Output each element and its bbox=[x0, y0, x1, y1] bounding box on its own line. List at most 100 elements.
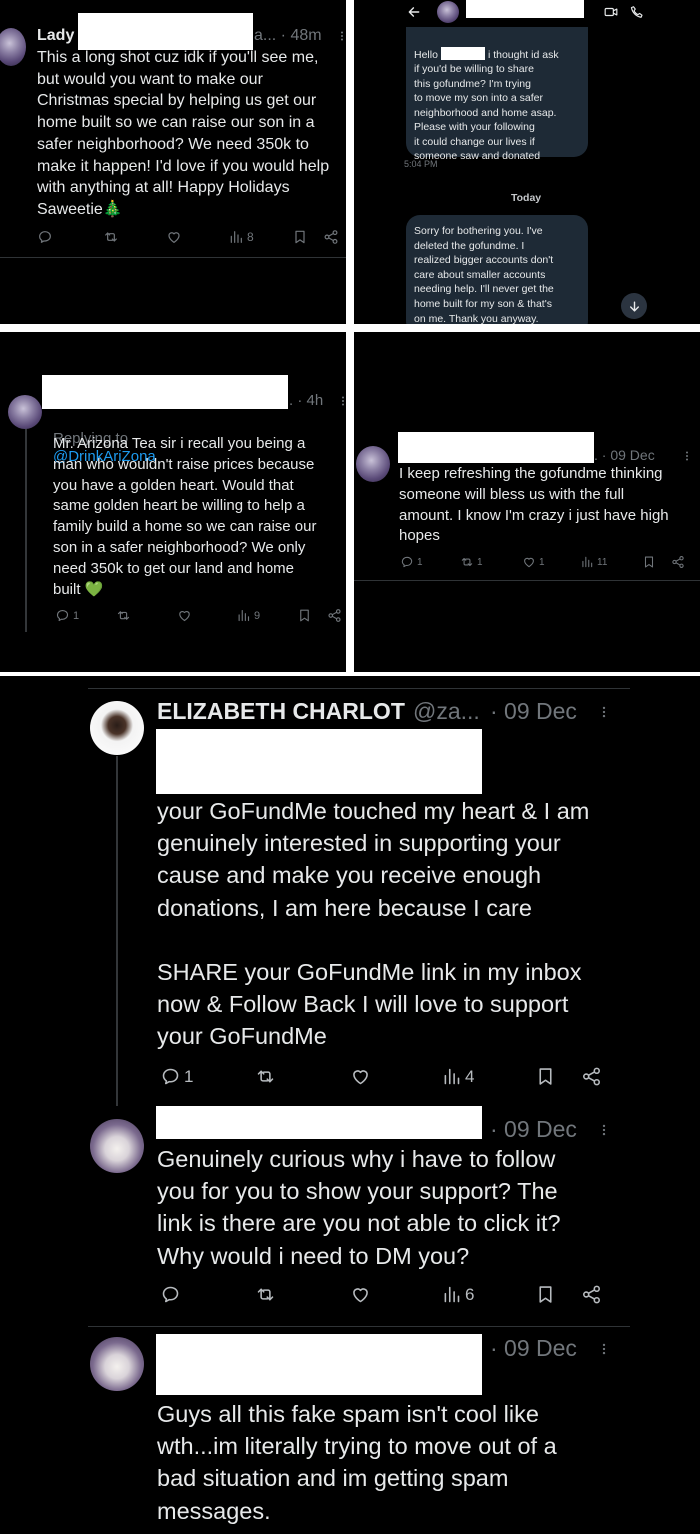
views-button[interactable]: 8 bbox=[228, 229, 254, 245]
retweet-button[interactable] bbox=[116, 608, 131, 623]
bookmark-button[interactable] bbox=[642, 555, 656, 569]
bookmark-button[interactable] bbox=[292, 229, 308, 245]
share-button[interactable] bbox=[581, 1066, 602, 1087]
author-handle[interactable]: @za... bbox=[413, 697, 480, 725]
tweet-body: Genuinely curious why i have to follow y… bbox=[157, 1146, 561, 1269]
message-greeting: Hello bbox=[414, 48, 438, 61]
message-bubble-2: Sorry for bothering you. I've deleted th… bbox=[406, 215, 588, 324]
video-call-icon[interactable] bbox=[604, 5, 618, 19]
retweet-button[interactable] bbox=[255, 1284, 276, 1305]
message-time: 5:04 PM bbox=[404, 159, 438, 169]
more-icon[interactable] bbox=[597, 703, 611, 721]
author-name[interactable]: ELIZABETH CHARLOT bbox=[157, 697, 405, 725]
share-button[interactable] bbox=[327, 608, 342, 623]
views-button[interactable]: 9 bbox=[236, 608, 260, 623]
avatar[interactable] bbox=[90, 1337, 144, 1391]
views-icon bbox=[441, 1066, 462, 1087]
retweet-button[interactable] bbox=[103, 229, 119, 245]
reply-icon bbox=[160, 1066, 181, 1087]
retweet-icon bbox=[103, 229, 119, 245]
reply-count: 1 bbox=[184, 1066, 194, 1086]
retweet-icon bbox=[255, 1284, 276, 1305]
avatar[interactable] bbox=[356, 446, 390, 482]
reply-button[interactable]: 1 bbox=[160, 1066, 193, 1087]
retweet-button[interactable] bbox=[255, 1066, 276, 1087]
reply-count: 1 bbox=[417, 556, 423, 568]
share-button[interactable] bbox=[323, 229, 339, 245]
bookmark-button[interactable] bbox=[297, 608, 312, 623]
reply-button[interactable] bbox=[37, 229, 53, 245]
views-button[interactable]: 4 bbox=[441, 1066, 474, 1087]
more-icon[interactable] bbox=[337, 394, 346, 408]
reply-icon bbox=[400, 555, 414, 569]
message-text-rest: if you'd be willing to share this gofund… bbox=[414, 63, 557, 162]
back-arrow-icon[interactable] bbox=[407, 5, 421, 19]
more-icon[interactable] bbox=[336, 29, 346, 43]
views-button[interactable]: 11 bbox=[580, 555, 607, 569]
tweet-body: Guys all this fake spam isn't cool like … bbox=[157, 1401, 557, 1524]
bookmark-icon bbox=[292, 229, 308, 245]
tweet-time: · 09 Dec bbox=[490, 698, 577, 724]
like-icon bbox=[177, 608, 192, 623]
views-count: 4 bbox=[465, 1066, 475, 1086]
reply-button[interactable] bbox=[160, 1284, 181, 1305]
reply-icon bbox=[160, 1284, 181, 1305]
bookmark-icon bbox=[535, 1284, 556, 1305]
redacted-block bbox=[156, 729, 482, 794]
scroll-down-button[interactable] bbox=[621, 293, 647, 319]
divider bbox=[354, 580, 700, 581]
like-button[interactable] bbox=[166, 229, 182, 245]
avatar[interactable] bbox=[437, 1, 459, 23]
like-icon bbox=[166, 229, 182, 245]
tweet-body: Mr. Arizona Tea sir i recall you being a… bbox=[53, 435, 317, 598]
share-icon bbox=[581, 1066, 602, 1087]
bookmark-icon bbox=[642, 555, 656, 569]
bookmark-icon bbox=[535, 1066, 556, 1087]
author-name[interactable]: Lady bbox=[37, 27, 74, 45]
bookmark-button[interactable] bbox=[535, 1066, 556, 1087]
avatar[interactable] bbox=[8, 395, 42, 429]
more-icon[interactable] bbox=[597, 1121, 611, 1139]
reply-button[interactable]: 1 bbox=[400, 555, 423, 569]
like-button[interactable] bbox=[350, 1066, 371, 1087]
like-icon bbox=[522, 555, 536, 569]
views-count: 6 bbox=[465, 1284, 475, 1304]
redacted-block bbox=[42, 375, 288, 409]
avatar[interactable] bbox=[90, 1119, 144, 1173]
views-button[interactable]: 6 bbox=[441, 1284, 474, 1305]
avatar[interactable] bbox=[0, 28, 26, 66]
retweet-count: 1 bbox=[477, 556, 483, 568]
thread-line bbox=[25, 422, 27, 632]
views-icon bbox=[228, 229, 244, 245]
dm-panel: Hello i thought id ask if you'd be willin… bbox=[354, 0, 700, 324]
like-button[interactable] bbox=[350, 1284, 371, 1305]
like-button[interactable] bbox=[177, 608, 192, 623]
bookmark-button[interactable] bbox=[535, 1284, 556, 1305]
share-button[interactable] bbox=[671, 555, 685, 569]
more-icon[interactable] bbox=[597, 1340, 611, 1358]
tweet-panel-1: Lady a... · 48m This a long shot cuz idk… bbox=[0, 0, 346, 324]
scroll-down-icon bbox=[629, 300, 639, 312]
avatar[interactable] bbox=[90, 701, 144, 755]
reply-count: 1 bbox=[73, 609, 80, 622]
phone-icon[interactable] bbox=[630, 5, 644, 19]
day-separator: Today bbox=[511, 192, 542, 204]
redacted-block bbox=[156, 1106, 482, 1139]
share-button[interactable] bbox=[581, 1284, 602, 1305]
views-count: 8 bbox=[247, 230, 254, 244]
bookmark-icon bbox=[297, 608, 312, 623]
share-icon bbox=[323, 229, 339, 245]
retweet-icon bbox=[116, 608, 131, 623]
tweet-body: I keep refreshing the gofundme thinking … bbox=[399, 465, 669, 545]
message-text: i thought id ask bbox=[487, 48, 559, 61]
message-bubble-1: Hello i thought id ask if you'd be willin… bbox=[406, 27, 588, 162]
retweet-button[interactable]: 1 bbox=[460, 555, 483, 569]
like-button[interactable]: 1 bbox=[522, 555, 545, 569]
retweet-icon bbox=[255, 1066, 276, 1087]
share-icon bbox=[671, 555, 685, 569]
reply-button[interactable]: 1 bbox=[55, 608, 79, 623]
views-icon bbox=[441, 1284, 462, 1305]
tweet-meta: . · 4h bbox=[289, 392, 324, 409]
more-icon[interactable] bbox=[681, 449, 693, 463]
share-icon bbox=[327, 608, 342, 623]
